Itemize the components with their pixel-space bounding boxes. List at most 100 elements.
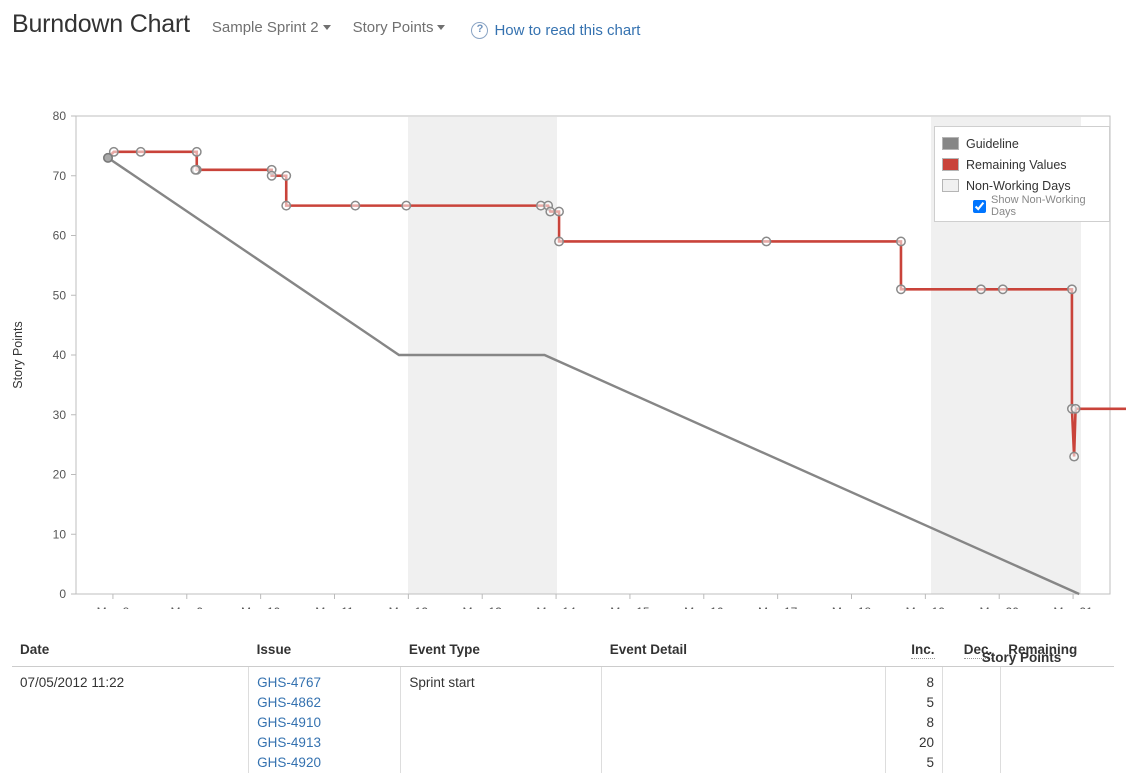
how-to-read-label: How to read this chart — [494, 22, 641, 39]
inc-value: 8 — [926, 715, 935, 730]
x-tick-label: May 8 — [97, 605, 130, 609]
data-point-marker[interactable] — [554, 206, 564, 217]
y-axis-title: Story Points — [11, 321, 25, 388]
events-table-area: Story Points Date Issue Event Type Event… — [0, 642, 1126, 773]
x-tick-label: May 11 — [315, 605, 354, 609]
cell-issues: GHS-4767 GHS-4862 GHS-4910 GHS-4913 GHS-4920 — [248, 666, 401, 773]
legend-label-guideline: Guideline — [966, 136, 1019, 151]
nonworking-swatch-icon — [942, 179, 959, 192]
burndown-chart: 0 10 20 30 40 50 60 70 80 May 8 May 9 May 10 May 11… — [0, 44, 1126, 609]
data-point-marker[interactable] — [1069, 451, 1080, 462]
page-header: Burndown Chart Sample Sprint 2 Story Poi… — [0, 0, 1126, 44]
x-tick-label: May 19 — [906, 605, 946, 609]
page-title: Burndown Chart — [12, 10, 190, 38]
y-tick-label: 70 — [53, 169, 67, 183]
legend-item-guideline[interactable]: Guideline — [942, 133, 1102, 154]
data-point-marker[interactable] — [761, 236, 772, 247]
sprint-selector-label: Sample Sprint 2 — [211, 19, 319, 36]
data-point-marker[interactable] — [1070, 403, 1081, 414]
y-tick-label: 30 — [53, 408, 67, 422]
y-tick-label: 60 — [53, 229, 67, 243]
data-point-marker[interactable] — [191, 146, 202, 157]
chart-legend: Guideline Remaining Values Non-Working D… — [934, 126, 1110, 222]
cell-inc: 8 5 8 20 5 — [884, 666, 943, 773]
column-header-event-type: Event Type — [400, 642, 602, 667]
column-header-inc-label: Inc. — [911, 642, 935, 659]
issue-link[interactable]: GHS-4913 — [257, 733, 392, 753]
inc-value: 5 — [926, 695, 935, 710]
inc-value: 8 — [926, 675, 935, 690]
x-tick-label: May 10 — [241, 605, 281, 609]
x-tick-label: May 14 — [536, 605, 576, 609]
legend-item-remaining[interactable]: Remaining Values — [942, 154, 1102, 175]
data-point-marker[interactable] — [997, 284, 1008, 295]
issue-link[interactable]: GHS-4920 — [257, 753, 392, 773]
y-tick-label: 20 — [53, 468, 67, 482]
issue-link[interactable]: GHS-4862 — [257, 693, 392, 713]
cell-remaining — [999, 666, 1114, 773]
x-tick-label: May 9 — [170, 605, 203, 609]
y-tick-label: 40 — [53, 348, 67, 362]
story-points-group-header: Story Points — [981, 650, 1062, 665]
x-tick-label: May 15 — [610, 605, 650, 609]
inc-value: 5 — [926, 755, 935, 770]
unit-selector-label: Story Points — [352, 19, 434, 36]
cell-date: 07/05/2012 11:22 — [12, 667, 249, 773]
legend-item-nonworking[interactable]: Non-Working Days — [942, 175, 1102, 196]
chevron-down-icon — [437, 24, 446, 30]
data-point-marker[interactable] — [190, 164, 201, 175]
y-tick-label: 50 — [53, 288, 67, 302]
data-point-marker[interactable] — [266, 170, 277, 181]
cell-event-detail — [601, 666, 886, 773]
event-date: 07/05/2012 11:22 — [20, 675, 125, 690]
legend-label-nonworking: Non-Working Days — [966, 178, 1071, 193]
x-tick-label: May 21 — [1053, 605, 1093, 609]
x-tick-label: May 20 — [980, 605, 1020, 609]
data-point-marker[interactable] — [545, 206, 556, 217]
remaining-swatch-icon — [942, 158, 959, 171]
data-point-marker[interactable] — [401, 200, 412, 211]
column-header-issue: Issue — [248, 642, 401, 667]
x-axis-ticks: May 8 May 9 May 10 May 11 May 12 May 13 May 14… — [97, 594, 1093, 609]
data-point-marker[interactable] — [350, 200, 361, 211]
cell-dec — [942, 666, 1001, 773]
guideline-start-marker — [103, 152, 113, 163]
table-row: 07/05/2012 11:22 GHS-4767 GHS-4862 GHS-4910… — [12, 666, 1114, 773]
issue-link[interactable]: GHS-4910 — [257, 713, 392, 733]
data-point-marker[interactable] — [896, 284, 906, 295]
data-point-marker[interactable] — [896, 236, 906, 247]
y-tick-label: 0 — [59, 587, 66, 601]
column-header-event-detail: Event Detail — [601, 642, 886, 667]
issue-link[interactable]: GHS-4767 — [257, 673, 392, 693]
y-axis-ticks: 0 10 20 30 40 50 60 70 80 — [53, 109, 76, 601]
legend-label-remaining: Remaining Values — [966, 157, 1067, 172]
data-point-marker[interactable] — [135, 146, 146, 157]
unit-selector-dropdown[interactable]: Story Points — [353, 19, 446, 36]
events-table-body: 07/05/2012 11:22 GHS-4767 GHS-4862 GHS-4910… — [12, 666, 1114, 773]
y-tick-label: 80 — [53, 109, 67, 123]
x-tick-label: May 13 — [463, 605, 503, 609]
data-point-marker[interactable] — [1066, 284, 1077, 295]
column-header-inc: Inc. — [885, 642, 943, 667]
guideline-swatch-icon — [942, 137, 959, 150]
data-point-marker[interactable] — [976, 284, 986, 295]
column-header-date: Date — [12, 642, 249, 667]
data-point-marker[interactable] — [554, 236, 564, 247]
x-tick-label: May 18 — [832, 605, 872, 609]
how-to-read-link[interactable]: ? How to read this chart — [471, 22, 640, 39]
inc-value: 20 — [918, 735, 935, 750]
data-point-marker[interactable] — [281, 170, 292, 181]
data-point-marker[interactable] — [281, 200, 292, 211]
chevron-down-icon — [322, 24, 331, 30]
sprint-selector-dropdown[interactable]: Sample Sprint 2 — [212, 19, 331, 36]
show-nonworking-days-label[interactable]: Show Non-Working Days — [991, 194, 1102, 218]
y-tick-label: 10 — [53, 527, 67, 541]
show-nonworking-days-checkbox[interactable] — [973, 199, 986, 213]
x-tick-label: May 12 — [389, 605, 429, 609]
cell-event-type: Sprint start — [400, 666, 602, 773]
question-circle-icon: ? — [471, 22, 489, 39]
show-nonworking-days-row[interactable]: Show Non-Working Days — [942, 194, 1102, 218]
event-type-text: Sprint start — [409, 675, 475, 690]
x-tick-label: May 16 — [684, 605, 724, 609]
x-tick-label: May 17 — [758, 605, 798, 609]
